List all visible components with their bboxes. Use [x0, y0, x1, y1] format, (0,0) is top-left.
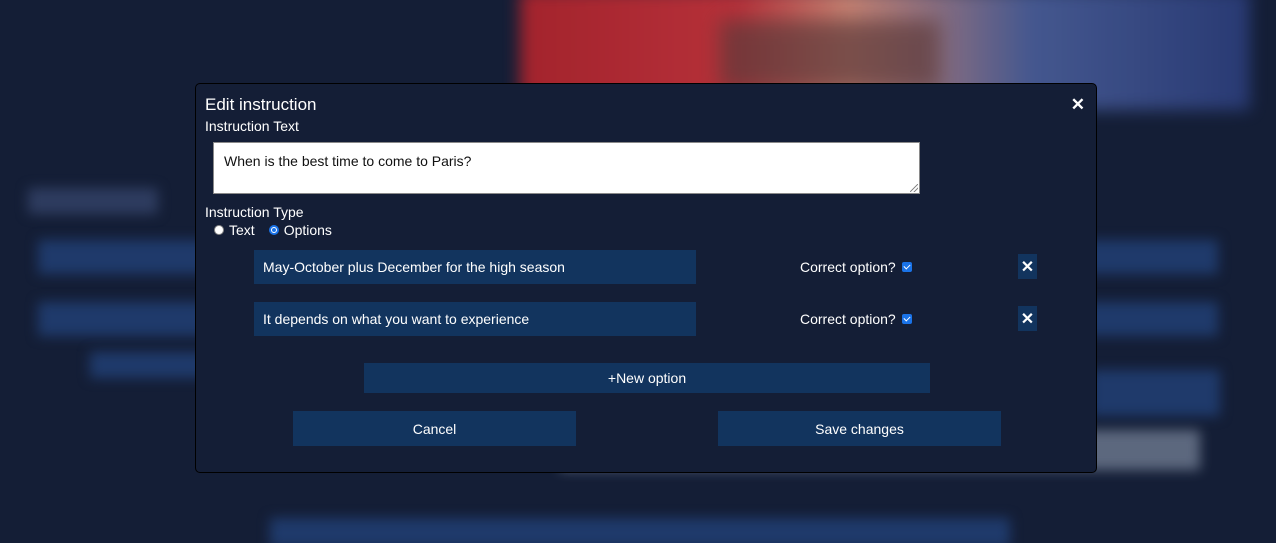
- instruction-text-label: Instruction Text: [205, 118, 299, 134]
- background-bar: [1090, 370, 1220, 416]
- radio-text-label: Text: [229, 222, 255, 238]
- radio-options[interactable]: [268, 225, 279, 235]
- instruction-type-label: Instruction Type: [205, 204, 304, 220]
- cancel-button[interactable]: Cancel: [293, 411, 576, 446]
- close-icon[interactable]: ✕: [1071, 96, 1085, 113]
- remove-option-button-2[interactable]: ✕: [1018, 306, 1037, 331]
- correct-option-label-1: Correct option?: [800, 259, 896, 275]
- option-input-2[interactable]: [254, 302, 696, 336]
- remove-option-icon: ✕: [1020, 310, 1035, 328]
- new-option-button[interactable]: +New option: [364, 363, 930, 393]
- background-footer-bar: [270, 518, 1010, 543]
- save-changes-button[interactable]: Save changes: [718, 411, 1001, 446]
- resize-grip-icon[interactable]: [910, 184, 918, 192]
- correct-option-checkbox-1[interactable]: [902, 262, 912, 272]
- correct-option-checkbox-2[interactable]: [902, 314, 912, 324]
- instruction-text-input[interactable]: When is the best time to come to Paris?: [213, 142, 920, 194]
- instruction-type-radio-group: Text Options: [214, 222, 332, 238]
- radio-text[interactable]: [214, 225, 224, 235]
- correct-option-label-2: Correct option?: [800, 311, 896, 327]
- option-input-1[interactable]: [254, 250, 696, 284]
- remove-option-icon: ✕: [1020, 258, 1035, 276]
- background-bar: [90, 352, 210, 378]
- modal-title: Edit instruction: [205, 95, 317, 114]
- remove-option-button-1[interactable]: ✕: [1018, 254, 1037, 279]
- background-hero-detail: [720, 20, 940, 90]
- edit-instruction-modal: Edit instruction ✕ Instruction Text When…: [195, 83, 1097, 473]
- radio-options-label: Options: [283, 222, 332, 238]
- background-heading: [28, 188, 158, 214]
